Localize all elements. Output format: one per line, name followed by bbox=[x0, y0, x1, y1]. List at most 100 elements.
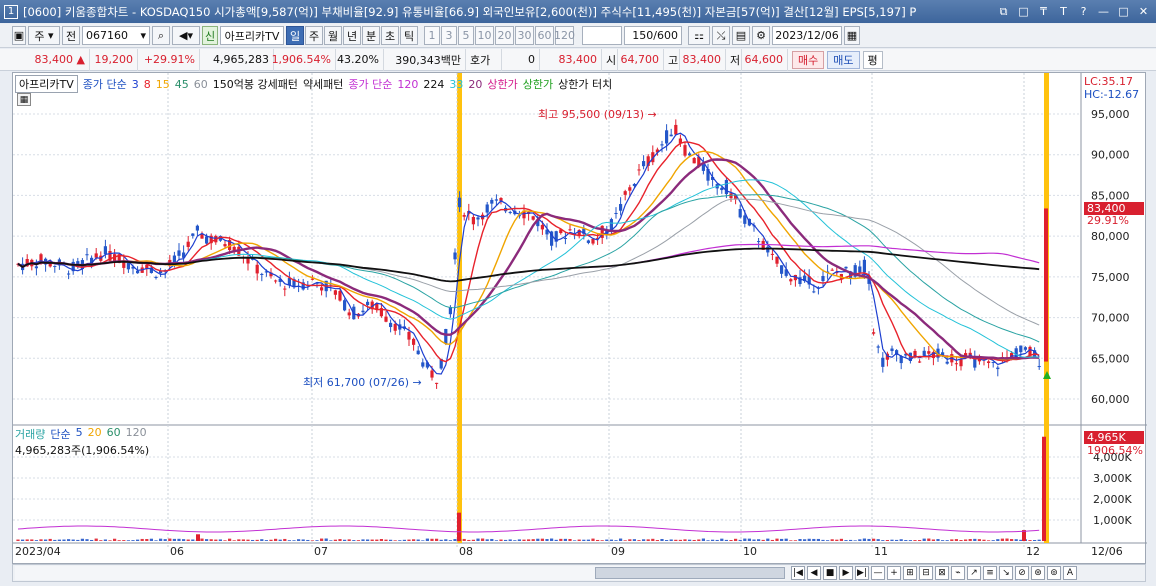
save-icon[interactable]: ▤ bbox=[732, 26, 750, 45]
candle-body bbox=[444, 328, 448, 344]
period-tab-0[interactable]: 일 bbox=[286, 26, 304, 45]
calendar-icon[interactable]: ▦ bbox=[844, 26, 860, 45]
volume: 4,965,283 bbox=[200, 48, 274, 71]
window-button-1[interactable]: □ bbox=[1015, 4, 1032, 19]
scroll-button-12[interactable]: ≡ bbox=[983, 566, 997, 580]
scroll-button-0[interactable]: |◀ bbox=[791, 566, 805, 580]
low-label: 저 bbox=[726, 48, 742, 71]
scroll-button-2[interactable]: ■ bbox=[823, 566, 837, 580]
stock-code-input[interactable]: 067160 ▾ bbox=[82, 26, 150, 45]
volume-bar bbox=[582, 539, 586, 541]
chart-area[interactable]: 2023/04 06 07 08 09 10 11 12 12/06 최고 95,500 (09/… bbox=[12, 72, 1147, 565]
window-number[interactable]: 1 bbox=[4, 4, 18, 19]
price-axis-label: 70,000 bbox=[1091, 312, 1130, 325]
minute-tab-60[interactable]: 60 bbox=[535, 26, 554, 45]
period-tab-2[interactable]: 월 bbox=[324, 26, 342, 45]
candle-body bbox=[333, 290, 337, 295]
volume-bar bbox=[246, 539, 250, 541]
window-button-6[interactable]: □ bbox=[1115, 4, 1132, 19]
candle-body bbox=[412, 338, 416, 345]
period-tab-5[interactable]: 초 bbox=[381, 26, 399, 45]
spacer-input[interactable] bbox=[582, 26, 622, 45]
news-button[interactable]: 신 bbox=[202, 26, 218, 45]
settings-icon[interactable]: ⚙ bbox=[752, 26, 770, 45]
high-price: 83,400 bbox=[680, 48, 726, 71]
volume-bar bbox=[379, 538, 383, 541]
volume-bar bbox=[471, 539, 475, 541]
window-button-7[interactable]: ✕ bbox=[1135, 4, 1152, 19]
minute-tab-120[interactable]: 120 bbox=[554, 26, 575, 45]
period-tab-3[interactable]: 년 bbox=[343, 26, 361, 45]
window-button-5[interactable]: — bbox=[1095, 4, 1112, 19]
candle-body bbox=[540, 224, 544, 230]
date-field[interactable]: 2023/12/06 bbox=[772, 26, 842, 45]
volume-bar bbox=[885, 539, 889, 541]
scroll-thumb[interactable] bbox=[595, 567, 785, 579]
minute-tab-3[interactable]: 3 bbox=[441, 26, 457, 45]
scroll-button-5[interactable]: — bbox=[871, 566, 885, 580]
volume-bar bbox=[711, 539, 715, 541]
period-tab-4[interactable]: 분 bbox=[362, 26, 380, 45]
minute-tab-5[interactable]: 5 bbox=[458, 26, 474, 45]
volume-bar bbox=[701, 538, 705, 541]
buy-button[interactable]: 매수 bbox=[792, 50, 825, 69]
scroll-button-15[interactable]: ⊛ bbox=[1031, 566, 1045, 580]
crosshair-icon[interactable]: ⤯ bbox=[712, 26, 730, 45]
scroll-button-8[interactable]: ⊟ bbox=[919, 566, 933, 580]
window-button-0[interactable]: ⧉ bbox=[995, 4, 1012, 19]
scroll-track[interactable] bbox=[15, 566, 785, 580]
scroll-button-6[interactable]: + bbox=[887, 566, 901, 580]
volume-bar bbox=[895, 539, 899, 541]
volume-bar bbox=[628, 539, 632, 541]
scroll-button-17[interactable]: A bbox=[1063, 566, 1077, 580]
minute-tab-30[interactable]: 30 bbox=[515, 26, 534, 45]
volume-bar bbox=[241, 539, 245, 541]
search-icon[interactable]: ⌕ bbox=[152, 26, 170, 45]
minute-tab-20[interactable]: 20 bbox=[495, 26, 514, 45]
scroll-button-13[interactable]: ↘ bbox=[999, 566, 1013, 580]
candle-body bbox=[195, 225, 199, 231]
window-title-bar: 1 [0600] 키움종합차트 - KOSDAQ150 시가총액[9,587(억… bbox=[0, 0, 1156, 23]
current-price-value: 83,400 bbox=[34, 53, 74, 66]
volume-bar bbox=[600, 540, 604, 541]
scroll-button-16[interactable]: ⊚ bbox=[1047, 566, 1061, 580]
count-field[interactable]: 150/600 bbox=[624, 26, 682, 45]
table-icon[interactable]: ▦ bbox=[17, 93, 31, 106]
volume-bar bbox=[117, 540, 121, 541]
candle-body bbox=[927, 351, 931, 354]
scroll-button-9[interactable]: ⊠ bbox=[935, 566, 949, 580]
type-select[interactable]: 주 ▾ bbox=[28, 26, 60, 45]
average-button[interactable]: 평 bbox=[862, 50, 883, 69]
speaker-icon[interactable]: ◀▾ bbox=[172, 26, 200, 45]
scroll-button-4[interactable]: ▶| bbox=[855, 566, 869, 580]
legend-stock-name[interactable]: 아프리카TV bbox=[15, 75, 78, 93]
period-tab-6[interactable]: 틱 bbox=[400, 26, 418, 45]
volume-bar bbox=[987, 540, 991, 541]
scroll-button-7[interactable]: ⊞ bbox=[903, 566, 917, 580]
scroll-button-3[interactable]: ▶ bbox=[839, 566, 853, 580]
window-button-3[interactable]: T bbox=[1055, 4, 1072, 19]
price-axis-label: 90,000 bbox=[1091, 149, 1130, 162]
prev-button[interactable]: 전 bbox=[62, 26, 80, 45]
grid-icon[interactable]: ⚏ bbox=[688, 26, 710, 45]
minute-tab-1[interactable]: 1 bbox=[424, 26, 440, 45]
window-button-2[interactable]: ₸ bbox=[1035, 4, 1052, 19]
scroll-button-14[interactable]: ⊘ bbox=[1015, 566, 1029, 580]
volume-bar bbox=[306, 539, 310, 541]
pin-icon[interactable]: ▣ bbox=[12, 26, 26, 45]
period-tab-1[interactable]: 주 bbox=[305, 26, 323, 45]
candle-body bbox=[683, 145, 687, 156]
volume-ma-line bbox=[17, 525, 1040, 533]
current-pct-label: 29.91% bbox=[1087, 214, 1129, 227]
price-chart[interactable]: 2023/04 06 07 08 09 10 11 12 12/06 최고 95,500 (09/… bbox=[13, 73, 1147, 565]
sell-button[interactable]: 매도 bbox=[827, 50, 860, 69]
minute-tab-10[interactable]: 10 bbox=[475, 26, 494, 45]
scroll-button-10[interactable]: ⌁ bbox=[951, 566, 965, 580]
scroll-button-1[interactable]: ◀ bbox=[807, 566, 821, 580]
window-button-4[interactable]: ? bbox=[1075, 4, 1092, 19]
legend-ma224: 224 bbox=[423, 77, 445, 91]
chart-scrollbar[interactable]: |◀ ◀ ■ ▶ ▶| — + ⊞ ⊟ ⊠ ⌁ ↗ ≡ ↘ ⊘ ⊛ ⊚ A bbox=[12, 564, 1146, 582]
scroll-button-11[interactable]: ↗ bbox=[967, 566, 981, 580]
candle-body bbox=[821, 276, 825, 282]
volume-bar bbox=[439, 539, 443, 541]
